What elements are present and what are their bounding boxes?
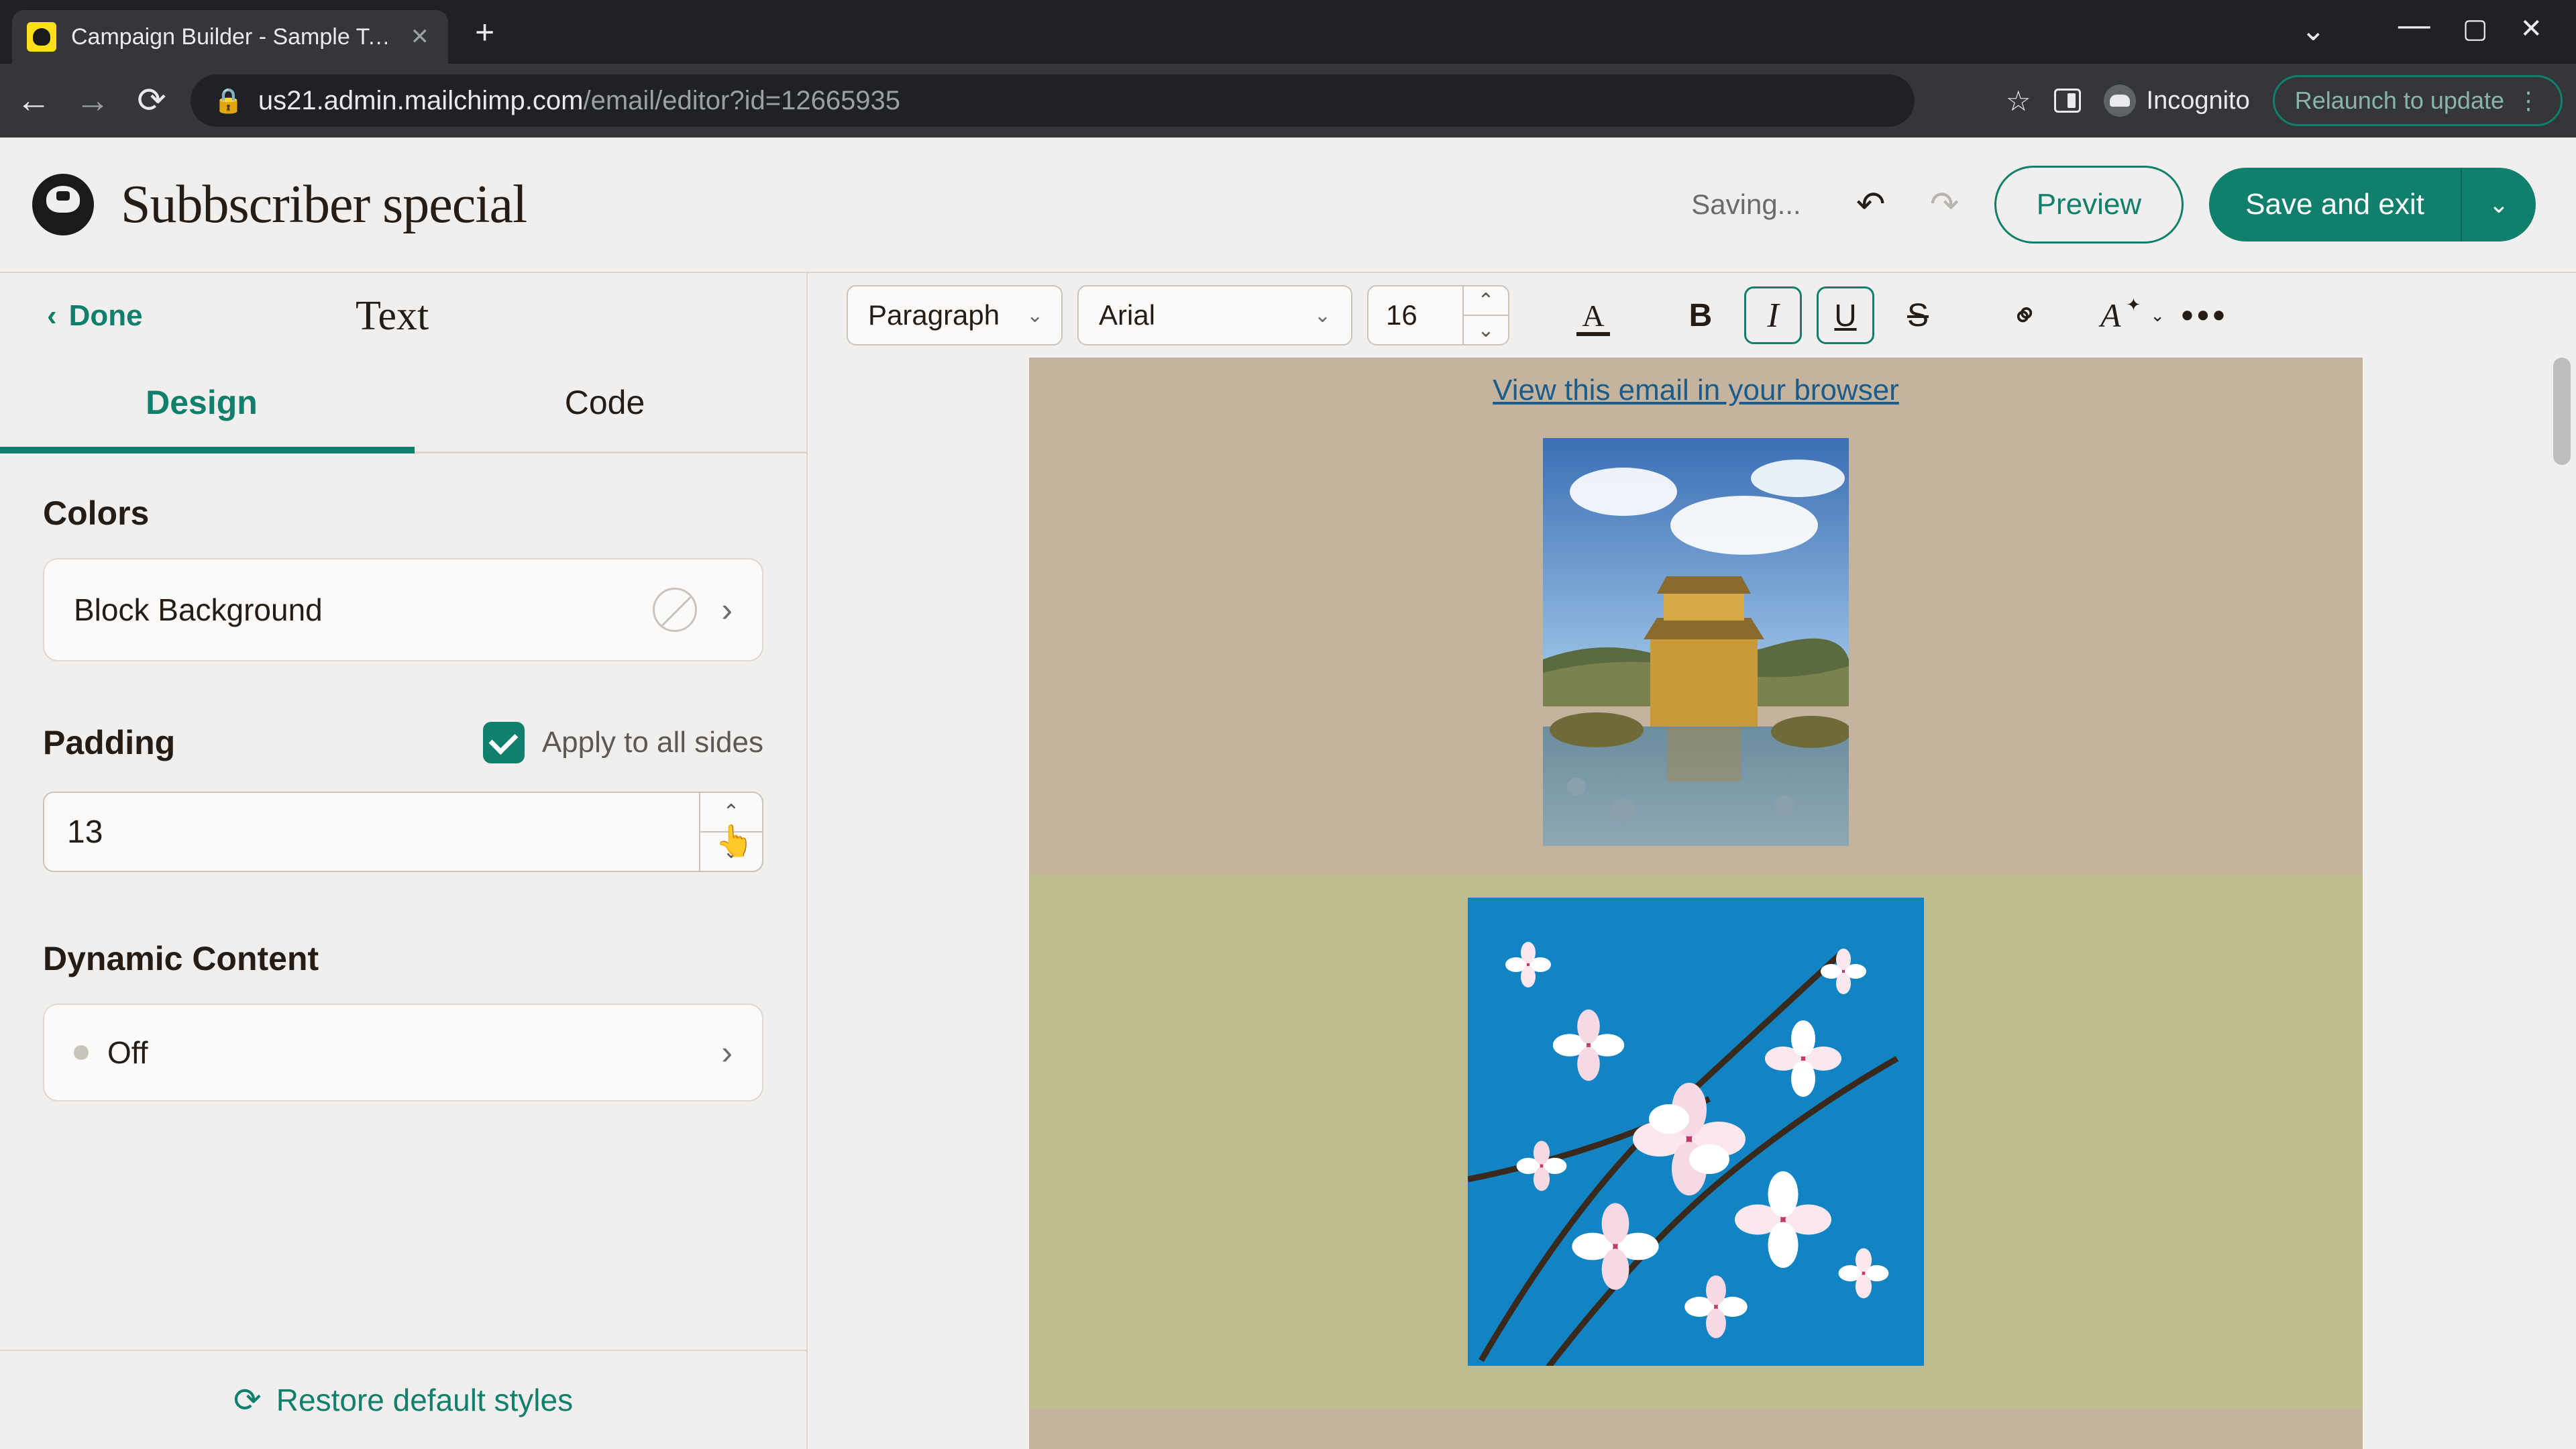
app-header: Subbscriber special Saving... ↶ ↷ Previe…	[0, 138, 2576, 272]
chevron-right-icon: ›	[721, 1033, 733, 1072]
flowers-image-placeholder	[1468, 898, 1924, 1366]
mailchimp-logo[interactable]	[32, 174, 94, 235]
block-background-label: Block Background	[74, 592, 323, 628]
app-root: Subbscriber special Saving... ↶ ↷ Previe…	[0, 138, 2576, 1449]
font-size-step-down[interactable]: ⌄	[1464, 316, 1508, 344]
temple-image-placeholder	[1543, 438, 1849, 846]
restore-default-styles-button[interactable]: ⟳ Restore default styles	[233, 1381, 573, 1419]
saving-status: Saving...	[1691, 189, 1801, 221]
colors-section-title: Colors	[43, 494, 763, 533]
editor-pane: Paragraph ⌄ Arial ⌄ ⌃ ⌄ A	[808, 273, 2576, 1449]
back-button[interactable]: ←	[13, 80, 54, 121]
font-family-select[interactable]: Arial ⌄	[1077, 285, 1352, 345]
more-options-button[interactable]: •••	[2176, 286, 2234, 344]
chevron-right-icon: ›	[721, 590, 733, 629]
forward-button[interactable]: →	[72, 80, 113, 121]
text-toolbar: Paragraph ⌄ Arial ⌄ ⌃ ⌄ A	[808, 273, 2576, 358]
kebab-icon: ⋮	[2516, 87, 2540, 115]
maximize-icon[interactable]: ▢	[2463, 13, 2488, 50]
tab-title: Campaign Builder - Sample Tem	[71, 24, 396, 50]
scrollbar-thumb[interactable]	[2553, 358, 2571, 465]
padding-step-down[interactable]: ⌄	[700, 833, 762, 871]
close-tab-icon[interactable]: ✕	[411, 23, 430, 50]
campaign-title[interactable]: Subbscriber special	[121, 174, 527, 235]
side-panel-icon[interactable]	[2054, 89, 2081, 113]
email-body[interactable]: View this email in your browser	[1029, 358, 2363, 1449]
view-in-browser-link[interactable]: View this email in your browser	[1493, 374, 1899, 407]
font-size-step-up[interactable]: ⌃	[1464, 286, 1508, 316]
apply-all-sides-checkbox[interactable]	[483, 722, 525, 763]
chevron-left-icon: ‹	[47, 299, 57, 333]
tab-search-icon[interactable]: ⌄	[2301, 13, 2366, 50]
image-block-temple[interactable]	[1543, 438, 1849, 846]
preview-button[interactable]: Preview	[1994, 166, 2184, 244]
underline-button[interactable]: U	[1817, 286, 1874, 344]
font-size-input: ⌃ ⌄	[1367, 285, 1509, 345]
padding-input[interactable]	[44, 793, 699, 871]
block-type-title: Text	[356, 292, 429, 340]
apply-all-sides-label: Apply to all sides	[542, 726, 763, 759]
italic-button[interactable]: I	[1744, 286, 1802, 344]
url-field[interactable]: 🔒 us21.admin.mailchimp.com/email/editor?…	[191, 74, 1915, 127]
save-exit-button[interactable]: Save and exit	[2209, 168, 2461, 241]
sidebar-footer: ⟳ Restore default styles	[0, 1350, 806, 1449]
font-size-field[interactable]	[1368, 286, 1462, 344]
canvas-area: View this email in your browser	[808, 358, 2576, 1449]
sidebar-content: Colors Block Background › Padding Apply …	[0, 453, 806, 1350]
sidebar-panel: ‹ Done Text Design Code Colors Block Bac…	[0, 273, 808, 1449]
new-tab-button[interactable]: +	[475, 13, 494, 52]
undo-button[interactable]: ↶	[1847, 184, 1895, 225]
url-text: us21.admin.mailchimp.com/email/editor?id…	[258, 86, 900, 116]
refresh-icon: ⟳	[233, 1381, 262, 1419]
tab-code[interactable]: Code	[403, 354, 806, 451]
image-block-flowers[interactable]	[1468, 898, 1924, 1366]
font-color-button[interactable]: A	[1564, 286, 1622, 344]
browser-chrome: Campaign Builder - Sample Tem ✕ + ⌄ — ▢ …	[0, 0, 2576, 138]
clear-formatting-button[interactable]: A✦⌄	[2104, 286, 2161, 344]
address-bar: ← → ⟳ 🔒 us21.admin.mailchimp.com/email/e…	[0, 64, 2576, 138]
view-in-browser-row: View this email in your browser	[1029, 358, 2363, 438]
tab-strip: Campaign Builder - Sample Tem ✕ + ⌄ — ▢ …	[0, 0, 2576, 64]
relaunch-to-update-button[interactable]: Relaunch to update ⋮	[2273, 75, 2563, 126]
olive-section	[1029, 873, 2363, 1409]
close-window-icon[interactable]: ✕	[2520, 13, 2542, 50]
incognito-icon	[2104, 85, 2136, 117]
window-controls: ⌄ — ▢ ✕	[2301, 13, 2576, 50]
mailchimp-favicon	[27, 22, 56, 52]
padding-input-row: ⌃ ⌄ 👆	[43, 792, 763, 872]
reload-button[interactable]: ⟳	[131, 80, 172, 121]
strikethrough-button[interactable]: S	[1889, 286, 1947, 344]
block-background-row[interactable]: Block Background ›	[43, 558, 763, 661]
chevron-down-icon: ⌄	[1026, 304, 1043, 327]
insert-link-button[interactable]: ⚭	[1996, 286, 2054, 344]
dynamic-content-title: Dynamic Content	[43, 939, 763, 978]
padding-section-title: Padding	[43, 723, 175, 762]
canvas-scrollbar[interactable]	[2552, 358, 2572, 1449]
tab-design[interactable]: Design	[0, 354, 403, 451]
color-underbar-icon	[1576, 332, 1610, 336]
paragraph-style-select[interactable]: Paragraph ⌄	[847, 285, 1063, 345]
sidebar-tabs: Design Code	[0, 354, 806, 453]
status-dot-icon	[74, 1045, 89, 1060]
save-dropdown-button[interactable]: ⌄	[2461, 168, 2536, 241]
redo-button[interactable]: ↷	[1921, 184, 1969, 225]
dynamic-content-state: Off	[107, 1034, 148, 1071]
incognito-label: Incognito	[2147, 87, 2250, 115]
incognito-badge[interactable]: Incognito	[2104, 85, 2250, 117]
chevron-down-icon: ⌄	[1314, 304, 1331, 327]
lock-icon: 🔒	[213, 87, 244, 115]
minimize-icon[interactable]: —	[2398, 7, 2430, 44]
padding-step-up[interactable]: ⌃	[700, 793, 762, 833]
browser-tab[interactable]: Campaign Builder - Sample Tem ✕	[12, 10, 448, 64]
done-button[interactable]: ‹ Done	[47, 299, 143, 333]
no-color-swatch-icon	[653, 588, 697, 632]
dynamic-content-row[interactable]: Off ›	[43, 1004, 763, 1102]
bold-button[interactable]: B	[1672, 286, 1729, 344]
bookmark-star-icon[interactable]: ☆	[2006, 85, 2031, 117]
